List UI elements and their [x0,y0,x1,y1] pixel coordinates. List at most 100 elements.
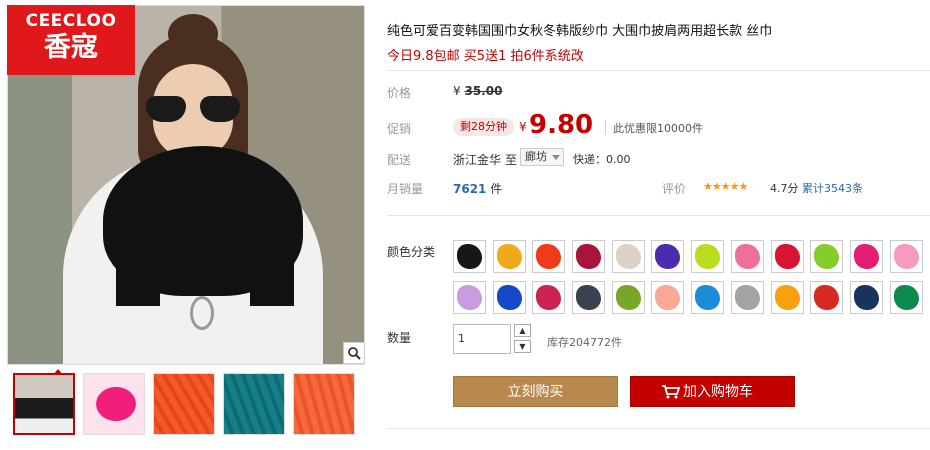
photo-hair-bun [168,14,218,54]
thumbnail-image[interactable] [83,373,145,435]
color-swatch[interactable] [810,240,844,273]
color-swatch[interactable] [492,281,526,314]
swatch-image [655,244,681,269]
swatch-image [496,244,522,269]
swatch-image [893,285,919,310]
color-label: 颜色分类 [387,245,436,259]
thumbnail-image[interactable] [223,373,285,435]
color-swatch[interactable] [889,281,923,314]
quantity-decrease-button[interactable]: ▼ [514,340,531,353]
color-swatch[interactable] [730,281,764,314]
color-swatch[interactable] [532,240,566,273]
star-rating-icon: ★★★★★ [703,180,748,193]
swatch-image [655,285,681,310]
swatch-image [734,285,760,310]
stock-count: 库存204772件 [547,336,622,349]
swatch-image [457,244,482,269]
promo-price: 9.80 [529,110,594,140]
promo-limit-note: 此优惠限10000件 [613,122,703,135]
swatch-image [814,244,840,269]
monthly-sales-unit: 件 [490,182,503,196]
color-swatch[interactable] [651,240,685,273]
original-price-value: 35.00 [464,84,503,98]
quantity-label: 数量 [387,331,412,345]
swatch-image [734,244,760,269]
swatch-image [774,244,800,269]
shipping-label: 配送 [387,153,412,167]
thumbnail-image[interactable] [153,373,215,435]
monthly-sales-count: 7621 [453,182,487,196]
ship-to-label: 至 [505,153,518,167]
color-swatch[interactable] [770,281,804,314]
color-swatch[interactable] [849,281,883,314]
swatch-image [774,285,800,310]
promo-label: 促销 [387,122,412,136]
swatch-image [853,244,879,269]
product-gallery: CEECLOO 香寇 [0,0,368,450]
divider [605,120,606,134]
color-swatch[interactable] [691,281,725,314]
swatch-image [814,285,840,310]
magnifier-icon[interactable] [343,342,365,364]
cart-icon [662,385,680,399]
add-to-cart-button[interactable]: 加入购物车 [630,376,795,407]
buy-now-button[interactable]: 立刻购买 [453,376,618,407]
photo-scarf-tail [250,236,294,306]
color-swatch[interactable] [810,281,844,314]
color-swatch[interactable] [611,281,645,314]
review-count-link[interactable]: 累计3543条 [802,180,863,196]
color-swatch[interactable] [691,240,725,273]
rating-score: 4.7分 [770,182,799,195]
destination-select[interactable]: 廊坊 [520,148,564,166]
color-swatch[interactable] [651,281,685,314]
currency-symbol: ¥ [453,84,461,98]
quantity-increase-button[interactable]: ▲ [514,324,531,337]
swatch-image [853,285,879,310]
swatch-image [695,244,721,269]
color-swatch[interactable] [492,240,526,273]
color-swatch[interactable] [611,240,645,273]
color-swatch[interactable] [572,281,606,314]
monthly-sales: 7621 件 [453,180,502,197]
product-title: 纯色可爱百变韩国围巾女秋冬韩版纱巾 大围巾披肩两用超长款 丝巾 [387,24,773,39]
swatch-image [457,285,482,310]
color-swatch[interactable] [453,281,486,314]
swatch-image [893,244,919,269]
color-swatch[interactable] [889,240,923,273]
promo-currency-symbol: ¥ [519,120,527,134]
color-swatch[interactable] [730,240,764,273]
monthly-sales-label: 月销量 [387,182,424,196]
product-subtitle: 今日9.8包邮 买5送1 拍6件系统改 [387,49,584,64]
photo-scarf-tail [116,236,160,306]
brand-name-en: CEECLOO [25,11,117,31]
swatch-image [536,285,562,310]
swatch-image [576,285,602,310]
color-swatch[interactable] [532,281,566,314]
add-to-cart-label: 加入购物车 [683,384,753,400]
chevron-down-icon [552,155,560,160]
color-swatch-grid [453,240,923,314]
price-label: 价格 [387,86,412,100]
divider [387,428,930,429]
photo-necklace [190,296,214,330]
destination-value: 廊坊 [525,150,547,163]
brand-name-cn: 香寇 [44,32,98,63]
swatch-image [536,244,562,269]
color-swatch[interactable] [770,240,804,273]
quantity-input[interactable]: 1 [453,324,511,354]
swatch-image [496,285,522,310]
thumbnail-image[interactable] [13,369,75,435]
countdown-badge: 剩28分钟 [453,118,514,136]
rating-label: 评价 [662,182,687,196]
thumbnail-image[interactable] [293,373,355,435]
color-swatch[interactable] [572,240,606,273]
color-swatch[interactable] [453,240,486,273]
color-swatch[interactable] [849,240,883,273]
original-price: ¥ 35.00 [453,84,502,98]
swatch-image [615,285,641,310]
brand-logo: CEECLOO 香寇 [7,5,135,75]
shipping-fee: 快递：0.00 [573,153,631,166]
swatch-image [615,244,641,269]
divider [387,70,930,71]
divider [387,215,930,216]
